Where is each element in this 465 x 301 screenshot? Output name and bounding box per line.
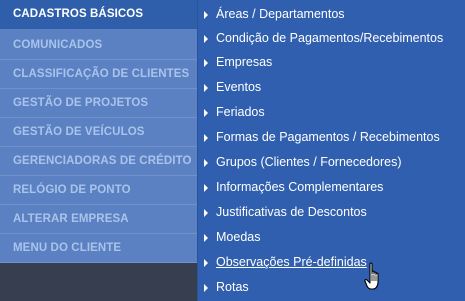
submenu-item-label: Empresas xyxy=(216,55,273,69)
triangle-right-icon xyxy=(204,259,208,267)
submenu-item-eventos[interactable]: Eventos xyxy=(198,75,465,100)
left-menu-item-relogio-de-ponto[interactable]: RELÓGIO DE PONTO xyxy=(0,176,197,205)
submenu-item-label: Informações Complementares xyxy=(216,180,384,194)
triangle-right-icon xyxy=(204,209,208,217)
menu-screen: CADASTROS BÁSICOS COMUNICADOS CLASSIFICA… xyxy=(0,0,465,301)
left-menu-item-menu-do-cliente[interactable]: MENU DO CLIENTE xyxy=(0,234,197,263)
submenu-panel: Áreas / Departamentos Condição de Pagame… xyxy=(197,0,465,301)
submenu-item-label: Condição de Pagamentos/Recebimentos xyxy=(216,31,444,45)
triangle-right-icon xyxy=(204,234,208,242)
submenu-item-label: Formas de Pagamentos / Recebimentos xyxy=(216,130,440,144)
submenu-item-observacoes-pre-definidas[interactable]: Observações Pré-definidas xyxy=(198,250,465,275)
left-menu-item-gestao-de-projetos[interactable]: GESTÃO DE PROJETOS xyxy=(0,89,197,118)
submenu-item-label: Rotas xyxy=(216,280,249,294)
submenu-item-feriados[interactable]: Feriados xyxy=(198,100,465,125)
left-menu-item-cadastros-basicos[interactable]: CADASTROS BÁSICOS xyxy=(0,0,197,29)
left-menu-item-alterar-empresa[interactable]: ALTERAR EMPRESA xyxy=(0,205,197,234)
submenu-item-label: Observações Pré-definidas xyxy=(216,255,367,269)
submenu-item-label: Grupos (Clientes / Fornecedores) xyxy=(216,155,402,169)
triangle-right-icon xyxy=(204,11,208,19)
submenu-item-moedas[interactable]: Moedas xyxy=(198,225,465,250)
submenu-item-label: Justificativas de Descontos xyxy=(216,205,367,219)
triangle-right-icon xyxy=(204,109,208,117)
left-menu: CADASTROS BÁSICOS COMUNICADOS CLASSIFICA… xyxy=(0,0,197,301)
submenu-item-label: Áreas / Departamentos xyxy=(216,7,345,21)
triangle-right-icon xyxy=(204,59,208,67)
left-menu-item-comunicados[interactable]: COMUNICADOS xyxy=(0,31,197,60)
submenu-item-empresas[interactable]: Empresas xyxy=(198,50,465,75)
submenu-item-justificativas-de-descontos[interactable]: Justificativas de Descontos xyxy=(198,200,465,225)
triangle-right-icon xyxy=(204,84,208,92)
triangle-right-icon xyxy=(204,284,208,292)
submenu-item-label: Eventos xyxy=(216,80,262,94)
triangle-right-icon xyxy=(204,159,208,167)
left-menu-item-gerenciadoras-de-credito[interactable]: GERENCIADORAS DE CRÉDITO xyxy=(0,147,197,176)
submenu-item-areas-departamentos[interactable]: Áreas / Departamentos xyxy=(198,2,465,27)
submenu-item-label: Moedas xyxy=(216,230,261,244)
left-menu-footer xyxy=(0,263,197,301)
triangle-right-icon xyxy=(204,35,208,43)
triangle-right-icon xyxy=(204,134,208,142)
hand-pointer-icon xyxy=(364,262,379,290)
submenu-item-condicao-de-pagamentos[interactable]: Condição de Pagamentos/Recebimentos xyxy=(198,26,465,51)
submenu-item-label: Feriados xyxy=(216,105,265,119)
left-menu-item-gestao-de-veiculos[interactable]: GESTÃO DE VEÍCULOS xyxy=(0,118,197,147)
submenu-item-informacoes-complementares[interactable]: Informações Complementares xyxy=(198,175,465,200)
left-menu-list: CADASTROS BÁSICOS COMUNICADOS CLASSIFICA… xyxy=(0,0,197,263)
submenu-item-rotas[interactable]: Rotas xyxy=(198,275,465,300)
left-menu-item-classificacao-de-clientes[interactable]: CLASSIFICAÇÃO DE CLIENTES xyxy=(0,60,197,89)
triangle-right-icon xyxy=(204,184,208,192)
submenu-item-formas-de-pagamentos[interactable]: Formas de Pagamentos / Recebimentos xyxy=(198,125,465,150)
submenu-item-grupos[interactable]: Grupos (Clientes / Fornecedores) xyxy=(198,150,465,175)
